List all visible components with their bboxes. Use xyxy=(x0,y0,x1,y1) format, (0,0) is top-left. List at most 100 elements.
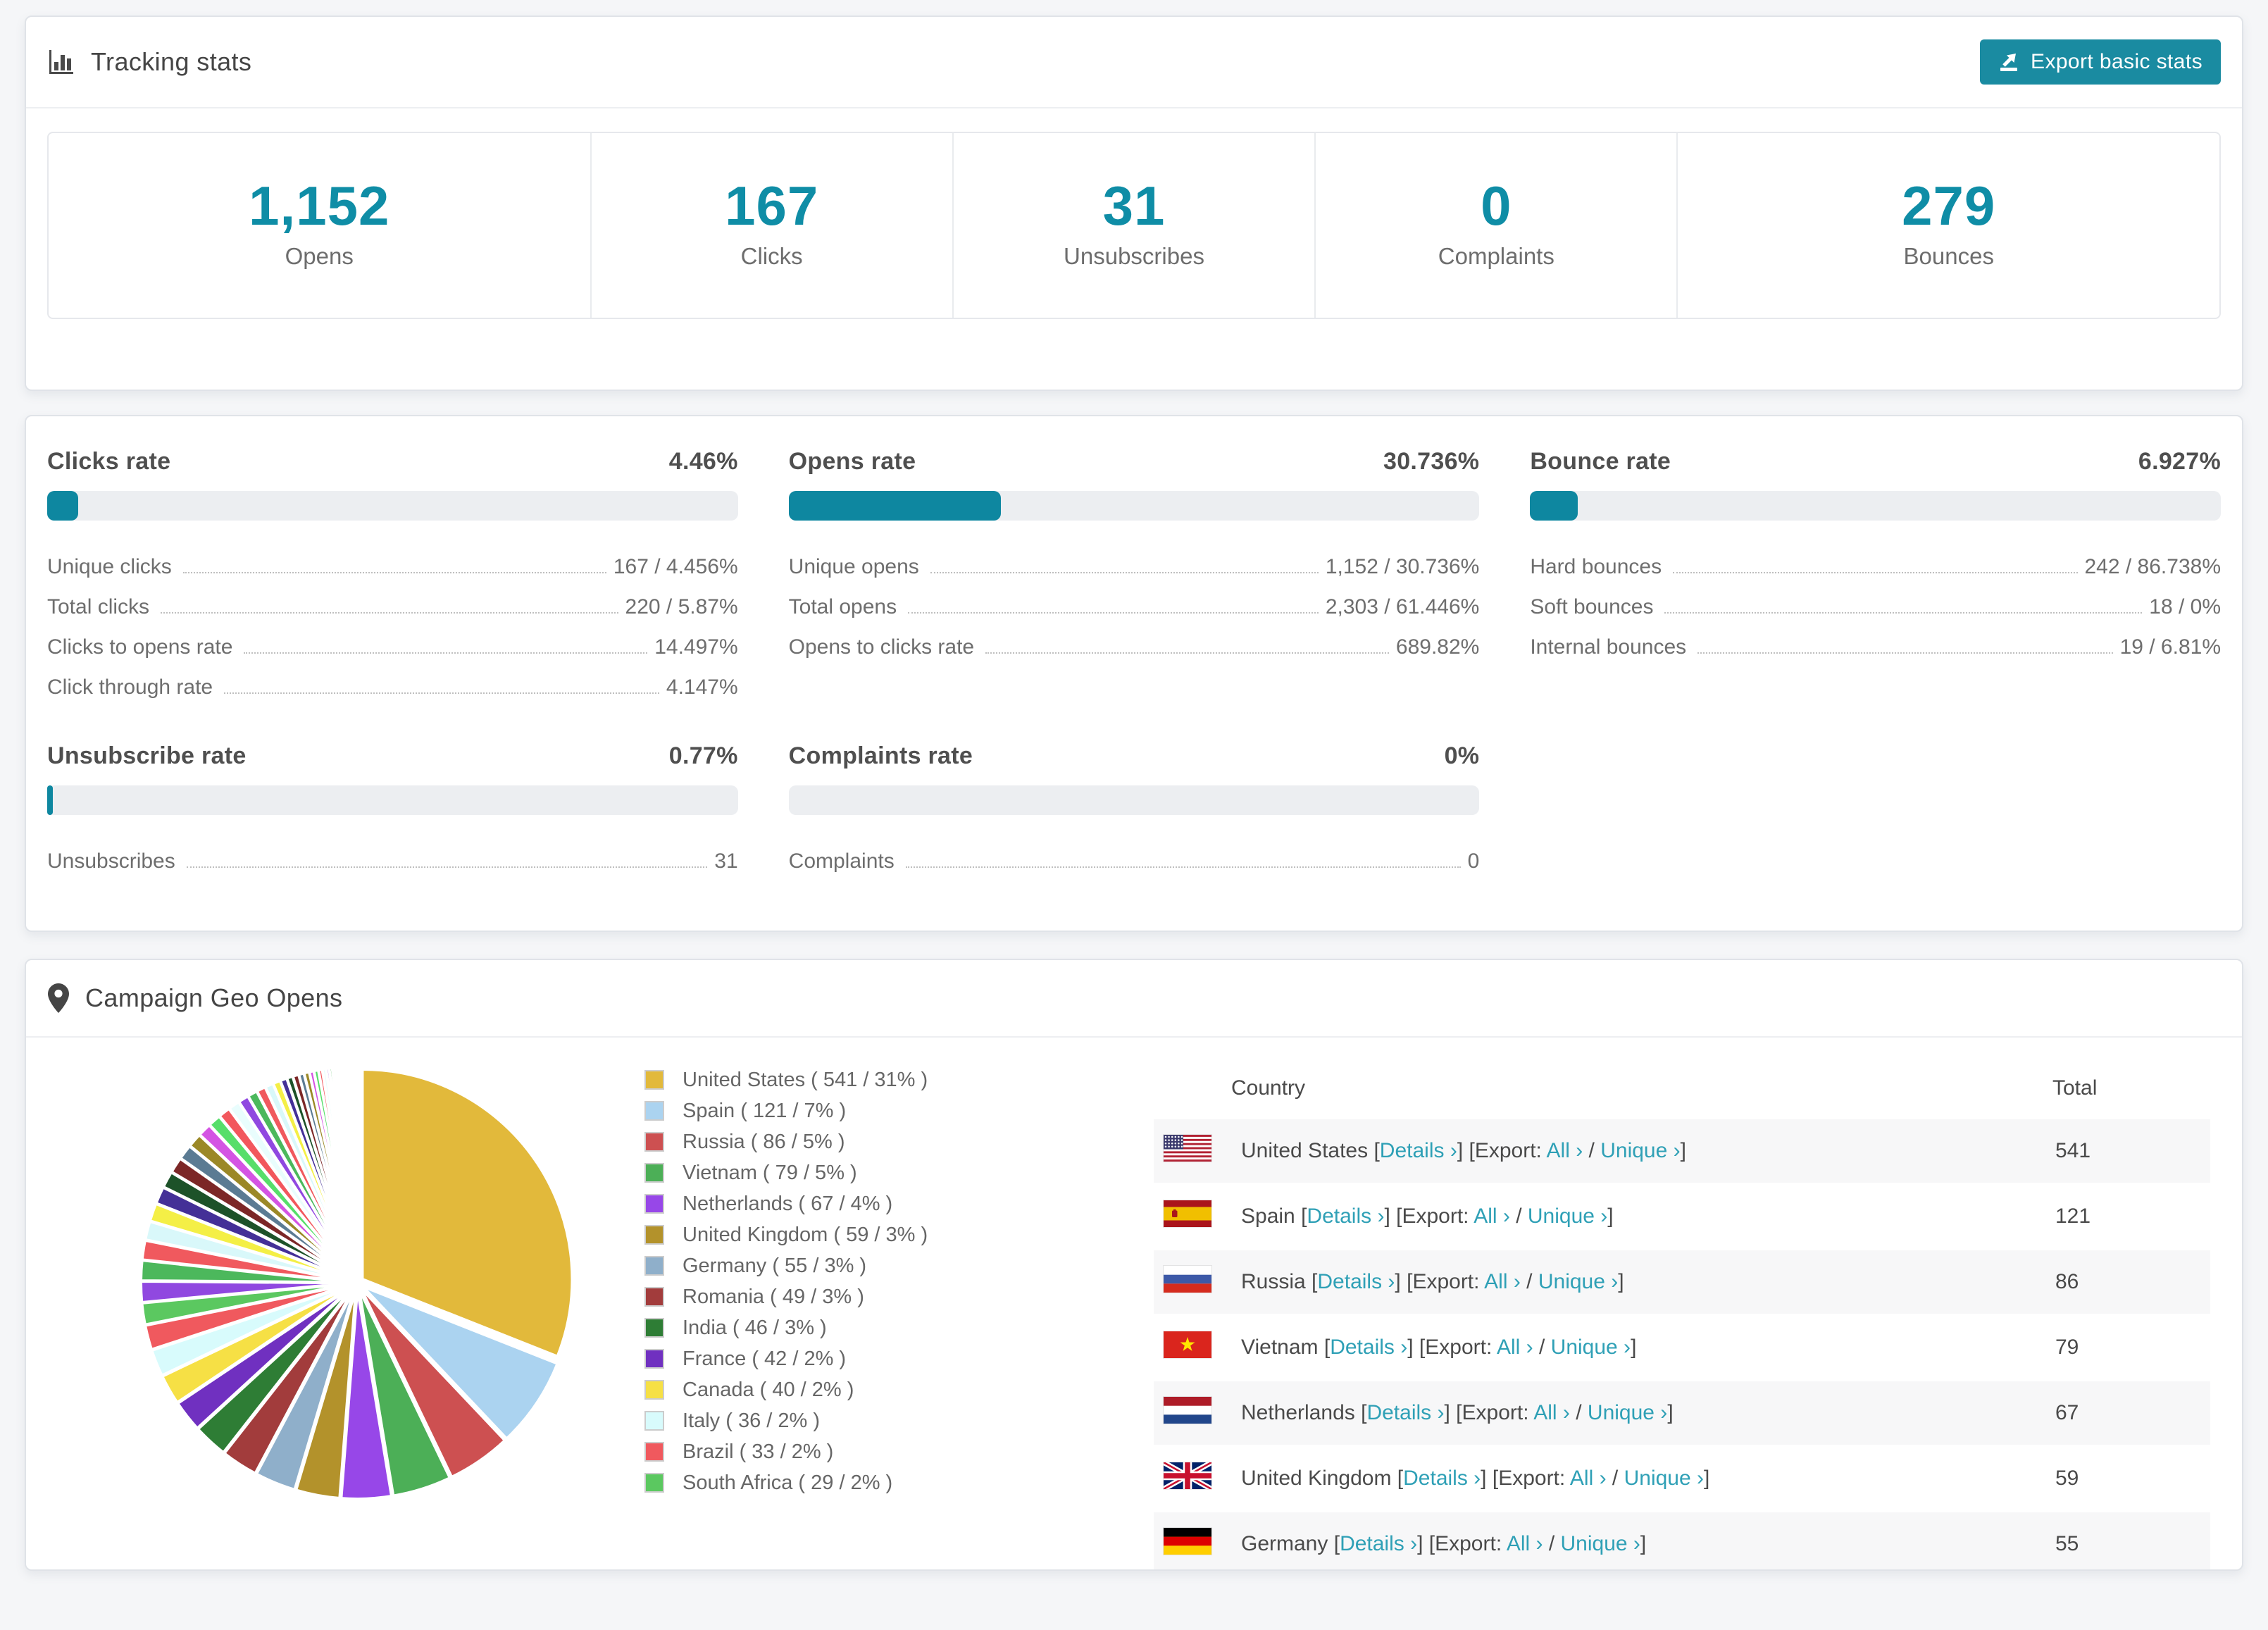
summary-stats-row: 1,152 Opens 167 Clicks 31 Unsubscribes 0 Compla… xyxy=(47,132,2221,319)
rate-detail-row: Click through rate 4.147% xyxy=(47,673,738,702)
rate-detail-value: 31 xyxy=(714,850,738,873)
export-label: Export: xyxy=(1435,1532,1507,1555)
export-all-link[interactable]: All › xyxy=(1484,1270,1521,1293)
country-cell: Germany [Details ›] [Export: All › / Uni… xyxy=(1241,1532,1647,1555)
flag-vn-icon xyxy=(1164,1331,1211,1358)
legend-item: Italy ( 36 / 2% ) xyxy=(644,1405,928,1436)
rate-detail-value: 18 / 0% xyxy=(2149,595,2221,618)
stat-box-bounces: 279 Bounces xyxy=(1676,133,2219,318)
export-basic-stats-button[interactable]: Export basic stats xyxy=(1980,39,2221,85)
stat-label: Unsubscribes xyxy=(1064,243,1204,269)
stat-value: 167 xyxy=(725,175,819,237)
rate-detail-row: Clicks to opens rate 14.497% xyxy=(47,633,738,661)
legend-item: Romania ( 49 / 3% ) xyxy=(644,1281,928,1312)
tracking-stats-card: Tracking stats Export basic stats 1,152 O… xyxy=(25,15,2243,391)
legend-item: South Africa ( 29 / 2% ) xyxy=(644,1467,928,1498)
export-label: Export: xyxy=(1462,1401,1534,1424)
total-value: 86 xyxy=(2055,1270,2079,1293)
legend-label: Russia ( 86 / 5% ) xyxy=(683,1130,845,1153)
export-all-link[interactable]: All › xyxy=(1507,1532,1543,1555)
rate-detail-label: Total clicks xyxy=(47,595,150,618)
rates-grid: Clicks rate 4.46% Unique clicks 167 / 4.456… xyxy=(47,448,2221,876)
table-row-us: United States [Details ›] [Export: All ›… xyxy=(1154,1119,2210,1183)
rate-detail-label: Click through rate xyxy=(47,676,213,699)
details-link[interactable]: Details › xyxy=(1340,1532,1417,1555)
country-cell: United States [Details ›] [Export: All ›… xyxy=(1241,1139,1686,1162)
details-link[interactable]: Details › xyxy=(1307,1205,1384,1228)
progress-bar xyxy=(1530,491,2221,521)
export-unique-link[interactable]: Unique › xyxy=(1528,1205,1607,1228)
rate-value: 30.736% xyxy=(1383,448,1480,475)
export-unique-link[interactable]: Unique › xyxy=(1551,1336,1631,1359)
details-link[interactable]: Details › xyxy=(1317,1270,1395,1293)
legend-swatch xyxy=(644,1132,664,1152)
dotted-leader xyxy=(182,572,606,573)
rate-detail-value: 220 / 5.87% xyxy=(625,595,738,618)
rate-detail-label: Complaints xyxy=(788,850,895,873)
export-all-link[interactable]: All › xyxy=(1570,1467,1607,1490)
stat-box-opens: 1,152 Opens xyxy=(49,133,590,318)
export-label: Export: xyxy=(1498,1467,1570,1490)
country-cell: Netherlands [Details ›] [Export: All › /… xyxy=(1241,1401,1674,1424)
total-value: 59 xyxy=(2055,1467,2079,1490)
legend-item: United Kingdom ( 59 / 3% ) xyxy=(644,1219,928,1250)
country-name: Vietnam xyxy=(1241,1336,1324,1359)
flag-nl xyxy=(1164,1397,1211,1424)
legend-swatch xyxy=(644,1070,664,1090)
export-unique-link[interactable]: Unique › xyxy=(1561,1532,1640,1555)
pie-slice xyxy=(354,1064,359,1278)
rate-detail-rows: Hard bounces 242 / 86.738% Soft bounces 18 … xyxy=(1530,553,2221,661)
rate-header: Opens rate 30.736% xyxy=(789,448,1480,475)
flag-cell xyxy=(1154,1381,1241,1445)
legend-label: South Africa ( 29 / 2% ) xyxy=(683,1471,893,1494)
legend-swatch xyxy=(644,1225,664,1245)
export-unique-link[interactable]: Unique › xyxy=(1624,1467,1704,1490)
export-unique-link[interactable]: Unique › xyxy=(1600,1139,1680,1162)
rate-detail-rows: Unique opens 1,152 / 30.736% Total opens 2,… xyxy=(789,553,1480,661)
dotted-leader xyxy=(1664,612,2143,614)
legend-swatch xyxy=(644,1163,664,1183)
progress-bar xyxy=(788,785,1480,815)
details-link[interactable]: Details › xyxy=(1403,1467,1481,1490)
legend-item: Vietnam ( 79 / 5% ) xyxy=(644,1157,928,1188)
total-value: 79 xyxy=(2055,1336,2079,1359)
export-icon xyxy=(1998,51,2019,73)
export-all-link[interactable]: All › xyxy=(1473,1205,1510,1228)
legend-item: Brazil ( 33 / 2% ) xyxy=(644,1436,928,1467)
dotted-leader xyxy=(1697,652,2113,654)
dotted-leader xyxy=(224,692,659,694)
dotted-leader xyxy=(186,866,708,868)
export-unique-link[interactable]: Unique › xyxy=(1538,1270,1618,1293)
rate-detail-row: Hard bounces 242 / 86.738% xyxy=(1530,553,2221,581)
legend-swatch xyxy=(644,1287,664,1307)
flag-de xyxy=(1164,1528,1211,1555)
stat-value: 31 xyxy=(1102,175,1166,237)
legend-label: Vietnam ( 79 / 5% ) xyxy=(683,1161,857,1184)
flag-cell xyxy=(1154,1316,1241,1379)
export-unique-link[interactable]: Unique › xyxy=(1588,1401,1667,1424)
export-all-link[interactable]: All › xyxy=(1547,1139,1583,1162)
geo-opens-title: Campaign Geo Opens xyxy=(85,983,343,1012)
details-link[interactable]: Details › xyxy=(1380,1139,1457,1162)
country-name: Spain xyxy=(1241,1205,1302,1228)
geo-opens-table: Country Total United States [Details ›] … xyxy=(1154,1057,2210,1569)
legend-item: Spain ( 121 / 7% ) xyxy=(644,1095,928,1126)
flag-ru-icon xyxy=(1164,1266,1211,1293)
details-link[interactable]: Details › xyxy=(1330,1336,1407,1359)
export-all-link[interactable]: All › xyxy=(1533,1401,1570,1424)
geo-opens-pie-chart xyxy=(139,1064,574,1500)
rate-detail-row: Total clicks 220 / 5.87% xyxy=(47,593,738,621)
stat-box-clicks: 167 Clicks xyxy=(590,133,952,318)
dotted-leader xyxy=(930,572,1319,573)
rate-detail-row: Complaints 0 xyxy=(789,847,1480,876)
progress-bar-fill xyxy=(788,491,1002,521)
rate-block-bounce-rate: Bounce rate 6.927% Hard bounces 242 / 86.73… xyxy=(1530,448,2221,702)
page-title: Tracking stats xyxy=(91,47,252,76)
export-all-link[interactable]: All › xyxy=(1497,1336,1533,1359)
legend-item: India ( 46 / 3% ) xyxy=(644,1312,928,1343)
details-link[interactable]: Details › xyxy=(1366,1401,1444,1424)
total-value: 55 xyxy=(2055,1532,2079,1555)
dotted-leader xyxy=(908,612,1319,614)
table-header-row: Country Total xyxy=(1154,1059,2210,1117)
geo-opens-card: Campaign Geo Opens United States ( 541 /… xyxy=(25,959,2243,1571)
